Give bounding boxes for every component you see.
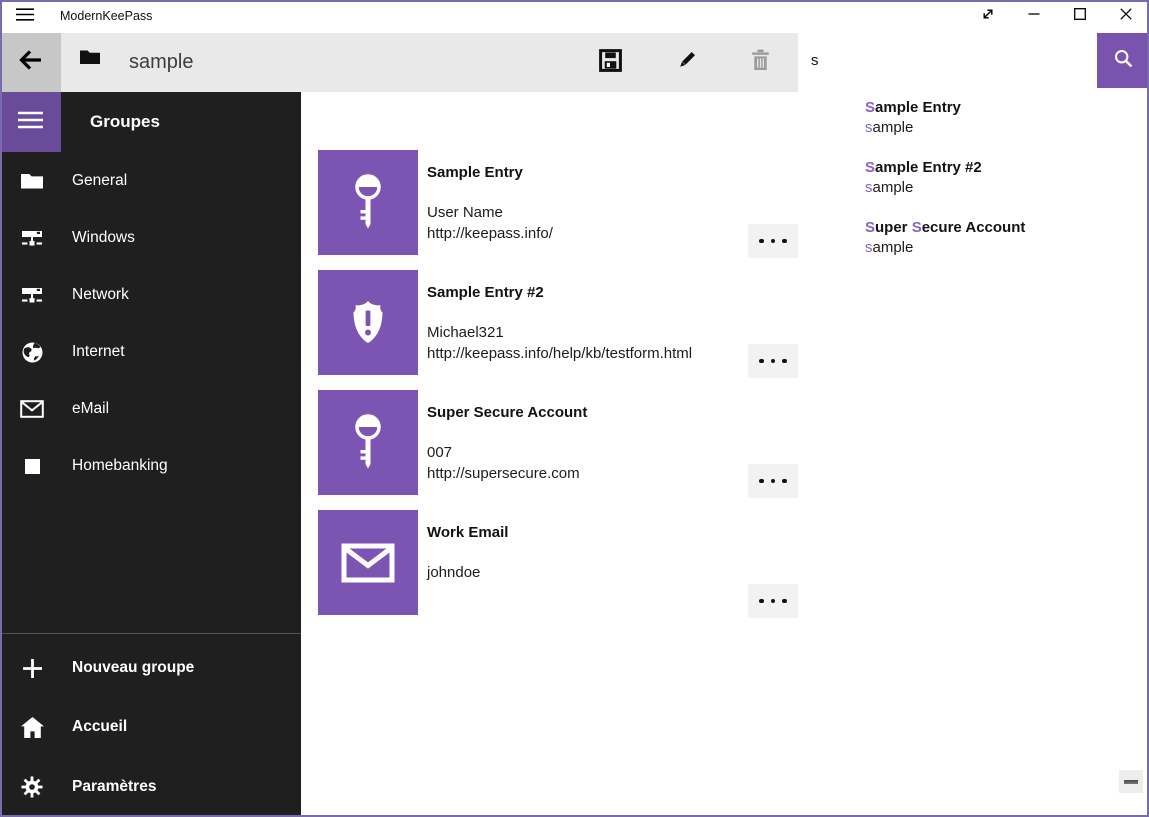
- entry-more-button[interactable]: [748, 344, 798, 378]
- minimize-icon: [1026, 6, 1042, 27]
- search-input[interactable]: s: [798, 33, 1097, 88]
- minimize-button[interactable]: [1011, 0, 1057, 33]
- folder-icon: [19, 172, 45, 190]
- sidebar-item-internet[interactable]: Internet: [0, 325, 301, 379]
- suggestion-item[interactable]: Super Secure Account sample: [865, 217, 1135, 258]
- sidebar-item-homebanking[interactable]: Homebanking: [0, 439, 301, 493]
- maximize-button[interactable]: [1057, 0, 1103, 33]
- titlebar: ModernKeePass: [0, 0, 1149, 33]
- sidebar-item-label: eMail: [72, 400, 109, 418]
- key-icon: [318, 390, 418, 495]
- save-button[interactable]: [586, 33, 634, 92]
- save-icon: [599, 49, 622, 77]
- delete-button[interactable]: [736, 33, 784, 92]
- suggestion-subtitle: sample: [865, 178, 1135, 198]
- close-button[interactable]: [1103, 0, 1149, 33]
- entry-row-sample-entry-2[interactable]: Sample Entry #2 Michael321 http://keepas…: [318, 270, 798, 375]
- sidebar-item-label: Network: [72, 286, 129, 304]
- network-icon: [19, 230, 45, 247]
- database-folder-icon: [79, 47, 101, 67]
- titlebar-menu-button[interactable]: [13, 8, 37, 25]
- suggestion-item[interactable]: Sample Entry #2 sample: [865, 157, 1135, 198]
- mail-icon: [19, 400, 45, 418]
- sidebar: Groupes General Windows: [0, 92, 301, 817]
- search-query-text: s: [811, 52, 819, 69]
- sidebar-item-settings[interactable]: Paramètres: [0, 760, 301, 814]
- envelope-icon: [318, 510, 418, 615]
- entry-username: johndoe: [427, 563, 480, 583]
- sidebar-item-label: Internet: [72, 343, 125, 361]
- more-icon: [759, 599, 787, 604]
- edit-icon: [675, 49, 698, 77]
- entry-username: 007: [427, 443, 452, 463]
- sidebar-item-new-group[interactable]: Nouveau groupe: [0, 641, 301, 695]
- entry-username: User Name: [427, 203, 503, 223]
- suggestion-title: Super Secure Account: [865, 217, 1135, 238]
- search-suggestions: Sample Entry sample Sample Entry #2 samp…: [798, 88, 1147, 278]
- entry-more-button[interactable]: [748, 584, 798, 618]
- suggestion-subtitle: sample: [865, 118, 1135, 138]
- back-icon: [17, 48, 45, 77]
- entry-url: http://keepass.info/: [427, 224, 553, 244]
- app-window: ModernKeePass: [0, 0, 1149, 817]
- sidebar-item-label: General: [72, 172, 127, 190]
- suggestion-item[interactable]: Sample Entry sample: [865, 97, 1135, 138]
- sidebar-item-network[interactable]: Network: [0, 268, 301, 322]
- menu-icon: [15, 7, 35, 27]
- close-icon: [1118, 6, 1134, 27]
- zoom-out-minus-icon: [1124, 780, 1138, 784]
- plus-icon: [19, 658, 45, 679]
- entry-title: Sample Entry #2: [427, 284, 544, 301]
- sidebar-item-email[interactable]: eMail: [0, 382, 301, 436]
- entry-title: Work Email: [427, 524, 508, 541]
- database-name: sample: [129, 33, 193, 92]
- maximize-icon: [1072, 6, 1088, 27]
- globe-icon: [19, 341, 45, 364]
- suggestion-subtitle: sample: [865, 238, 1135, 258]
- search-icon: [1113, 48, 1134, 74]
- fullscreen-icon: [980, 6, 996, 27]
- sidebar-item-windows[interactable]: Windows: [0, 211, 301, 265]
- search-button[interactable]: [1097, 33, 1149, 88]
- zoom-out-button[interactable]: [1119, 770, 1143, 793]
- back-button[interactable]: [0, 33, 61, 92]
- sidebar-divider: [0, 633, 301, 634]
- sidebar-item-label: Accueil: [72, 718, 127, 736]
- sidebar-item-label: Homebanking: [72, 457, 168, 475]
- delete-icon: [750, 49, 771, 77]
- entry-url: http://keepass.info/help/kb/testform.htm…: [427, 344, 692, 364]
- app-title: ModernKeePass: [60, 0, 152, 33]
- menu-icon: [17, 110, 44, 135]
- sidebar-header: Groupes: [90, 92, 160, 152]
- sidebar-item-label: Paramètres: [72, 778, 156, 796]
- edit-button[interactable]: [662, 33, 710, 92]
- entry-more-button[interactable]: [748, 224, 798, 258]
- home-icon: [19, 717, 45, 738]
- suggestion-title: Sample Entry: [865, 97, 1135, 118]
- suggestion-title: Sample Entry #2: [865, 157, 1135, 178]
- network-icon: [19, 287, 45, 304]
- shield-exclamation-icon: [318, 270, 418, 375]
- more-icon: [759, 359, 787, 364]
- hamburger-button[interactable]: [0, 92, 61, 152]
- entry-more-button[interactable]: [748, 464, 798, 498]
- key-icon: [318, 150, 418, 255]
- square-icon: [19, 459, 45, 474]
- entry-username: Michael321: [427, 323, 504, 343]
- entry-row-work-email[interactable]: Work Email johndoe: [318, 510, 798, 615]
- entry-row-sample-entry[interactable]: Sample Entry User Name http://keepass.in…: [318, 150, 798, 255]
- entry-row-super-secure-account[interactable]: Super Secure Account 007 http://supersec…: [318, 390, 798, 495]
- more-icon: [759, 479, 787, 484]
- fullscreen-button[interactable]: [965, 0, 1011, 33]
- entry-url: http://supersecure.com: [427, 464, 580, 484]
- entry-title: Sample Entry: [427, 164, 523, 181]
- sidebar-item-label: Windows: [72, 229, 135, 247]
- sidebar-item-home[interactable]: Accueil: [0, 700, 301, 754]
- sidebar-item-general[interactable]: General: [0, 154, 301, 208]
- gear-icon: [19, 776, 45, 798]
- sidebar-item-label: Nouveau groupe: [72, 659, 194, 677]
- more-icon: [759, 239, 787, 244]
- entry-title: Super Secure Account: [427, 404, 587, 421]
